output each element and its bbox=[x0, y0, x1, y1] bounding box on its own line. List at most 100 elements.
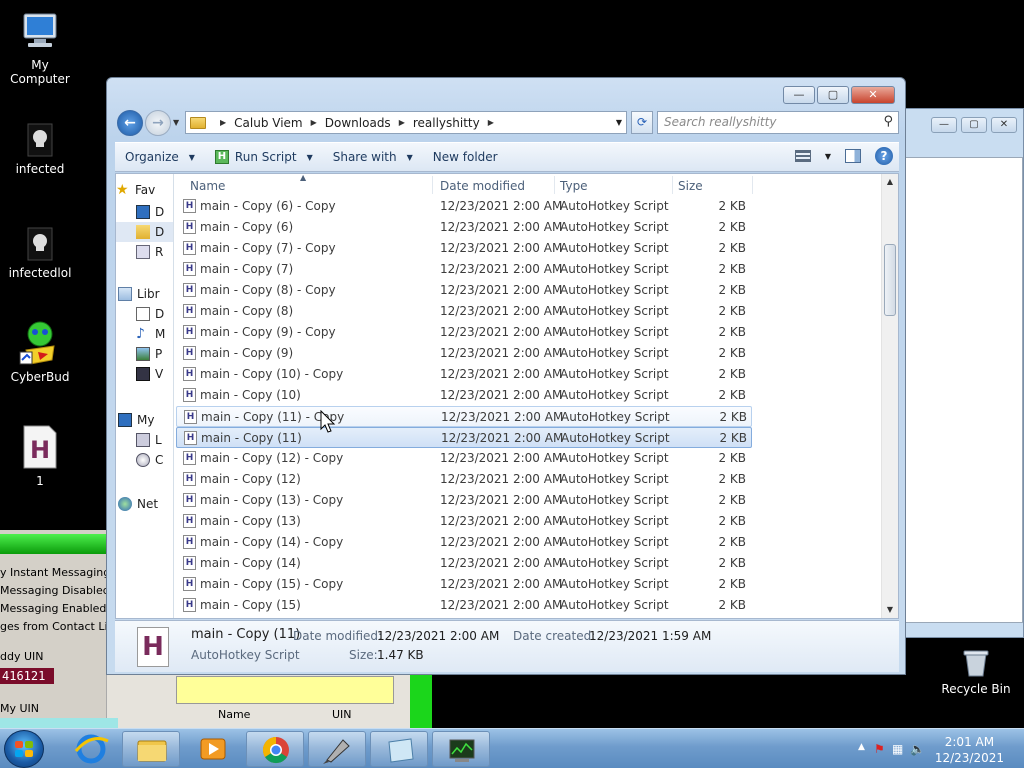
message-input[interactable] bbox=[176, 676, 394, 704]
close-button[interactable]: ✕ bbox=[851, 86, 895, 104]
taskbar-chrome[interactable] bbox=[246, 731, 304, 767]
scroll-down-button[interactable]: ▼ bbox=[882, 602, 898, 618]
list-item[interactable]: ges from Contact List O bbox=[0, 618, 106, 636]
list-item[interactable]: Messaging Enabled bbox=[0, 600, 106, 618]
show-hidden-icons-icon[interactable]: ▲ bbox=[858, 742, 865, 752]
search-input[interactable]: Search reallyshitty ⚲ bbox=[657, 111, 899, 134]
taskbar-task-manager[interactable] bbox=[432, 731, 490, 767]
taskbar-script-tool[interactable] bbox=[308, 731, 366, 767]
new-folder-button[interactable]: New folder bbox=[423, 143, 508, 171]
column-divider[interactable] bbox=[752, 176, 753, 194]
list-item[interactable]: Messaging Disabled bbox=[0, 582, 106, 600]
taskbar-file-explorer[interactable] bbox=[122, 731, 180, 767]
desktop-icon-1[interactable]: H 1 bbox=[0, 424, 80, 488]
nav-item-pictures[interactable]: P bbox=[116, 344, 173, 364]
nav-item-downloads[interactable]: D bbox=[116, 222, 173, 242]
breadcrumb-downloads[interactable]: Downloads bbox=[325, 116, 391, 130]
run-script-button[interactable]: H Run Script ▼ bbox=[205, 143, 323, 171]
file-row[interactable]: Hmain - Copy (7) 12/23/2021 2:00 AM AutoHo… bbox=[176, 259, 882, 280]
clock[interactable]: 2:01 AM 12/23/2021 bbox=[935, 734, 1004, 766]
file-row[interactable]: Hmain - Copy (10) - Copy 12/23/2021 2:00 … bbox=[176, 364, 882, 385]
volume-icon[interactable]: 🔈 bbox=[910, 742, 925, 756]
file-row[interactable]: Hmain - Copy (10) 12/23/2021 2:00 AM AutoH… bbox=[176, 385, 882, 406]
nav-item-music[interactable]: ♪ M bbox=[116, 324, 173, 344]
back-button[interactable]: ← bbox=[117, 110, 143, 136]
nav-item-network[interactable]: Net bbox=[116, 494, 173, 514]
file-row[interactable]: Hmain - Copy (14) - Copy 12/23/2021 2:00 … bbox=[176, 532, 882, 553]
file-row[interactable]: Hmain - Copy (13) 12/23/2021 2:00 AM AutoH… bbox=[176, 511, 882, 532]
file-row[interactable]: Hmain - Copy (15) 12/23/2021 2:00 AM AutoH… bbox=[176, 595, 882, 616]
vertical-scrollbar[interactable]: ▲ ▼ bbox=[881, 174, 898, 618]
nav-item-documents[interactable]: D bbox=[116, 304, 173, 324]
maximize-button[interactable]: ▢ bbox=[817, 86, 849, 104]
organize-button[interactable]: Organize ▼ bbox=[115, 143, 205, 171]
breadcrumb-user[interactable]: Calub Viem bbox=[234, 116, 302, 130]
nav-item-libraries[interactable]: Libr bbox=[116, 284, 173, 304]
explorer-window[interactable]: — ▢ ✕ ← → ▼ ▶ Calub Viem ▶ Downloads ▶ r… bbox=[106, 77, 906, 675]
forward-button[interactable]: → bbox=[145, 110, 171, 136]
column-header-name[interactable]: Name bbox=[190, 179, 225, 193]
nav-item-local-disk[interactable]: L bbox=[116, 430, 173, 450]
scroll-up-button[interactable]: ▲ bbox=[882, 174, 898, 190]
file-row[interactable]: Hmain - Copy (13) - Copy 12/23/2021 2:00 … bbox=[176, 490, 882, 511]
nav-item-computer[interactable]: My bbox=[116, 410, 173, 430]
chevron-right-icon[interactable]: ▶ bbox=[488, 118, 494, 127]
address-bar[interactable]: ▶ Calub Viem ▶ Downloads ▶ reallyshitty … bbox=[185, 111, 627, 134]
column-header-type[interactable]: Type bbox=[560, 179, 588, 193]
close-button[interactable]: ✕ bbox=[991, 117, 1017, 133]
taskbar-media-player[interactable] bbox=[184, 731, 242, 767]
file-row[interactable]: Hmain - Copy (12) 12/23/2021 2:00 AM AutoH… bbox=[176, 469, 882, 490]
change-view-icon[interactable] bbox=[794, 150, 811, 162]
chevron-right-icon[interactable]: ▶ bbox=[311, 118, 317, 127]
file-row[interactable]: Hmain - Copy (6) - Copy 12/23/2021 2:00 A… bbox=[176, 196, 882, 217]
file-row[interactable]: Hmain - Copy (9) - Copy 12/23/2021 2:00 A… bbox=[176, 322, 882, 343]
nav-item-recent-places[interactable]: R bbox=[116, 242, 173, 262]
preview-pane-icon[interactable] bbox=[845, 149, 861, 163]
maximize-button[interactable]: ▢ bbox=[961, 117, 987, 133]
file-row[interactable]: Hmain - Copy (8) 12/23/2021 2:00 AM AutoHo… bbox=[176, 301, 882, 322]
help-icon[interactable]: ? bbox=[875, 147, 893, 165]
share-with-button[interactable]: Share with ▼ bbox=[323, 143, 423, 171]
nav-item-videos[interactable]: V bbox=[116, 364, 173, 384]
desktop-icon-my-computer[interactable]: My Computer bbox=[0, 10, 80, 86]
file-row[interactable]: Hmain - Copy (9) 12/23/2021 2:00 AM AutoHo… bbox=[176, 343, 882, 364]
scroll-thumb[interactable] bbox=[884, 244, 896, 316]
file-row[interactable]: Hmain - Copy (6) 12/23/2021 2:00 AM AutoHo… bbox=[176, 217, 882, 238]
list-item[interactable]: y Instant Messaging bbox=[0, 564, 106, 582]
desktop-icon-recycle-bin[interactable]: Recycle Bin bbox=[936, 648, 1016, 696]
minimize-button[interactable]: — bbox=[931, 117, 957, 133]
file-row[interactable]: Hmain - Copy (12) - Copy 12/23/2021 2:00 … bbox=[176, 448, 882, 469]
column-divider[interactable] bbox=[554, 176, 555, 194]
start-button[interactable] bbox=[4, 730, 44, 768]
nav-item-desktop[interactable]: D bbox=[116, 202, 173, 222]
chevron-right-icon[interactable]: ▶ bbox=[220, 118, 226, 127]
nav-item-favorites[interactable]: ★ Fav bbox=[116, 180, 173, 200]
taskbar-notepad[interactable] bbox=[370, 731, 428, 767]
minimize-button[interactable]: — bbox=[783, 86, 815, 104]
file-row[interactable]: Hmain - Copy (11) 12/23/2021 2:00 AM AutoH… bbox=[176, 427, 752, 448]
nav-item-cd-drive[interactable]: C bbox=[116, 450, 173, 470]
desktop-icon-infectedlol[interactable]: infectedlol bbox=[0, 226, 80, 280]
column-divider[interactable] bbox=[432, 176, 433, 194]
chevron-down-icon[interactable]: ▼ bbox=[825, 152, 831, 161]
file-row[interactable]: Hmain - Copy (15) - Copy 12/23/2021 2:00 … bbox=[176, 574, 882, 595]
chevron-right-icon[interactable]: ▶ bbox=[399, 118, 405, 127]
address-history-dropdown[interactable]: ▼ bbox=[616, 118, 622, 127]
action-center-icon[interactable]: ⚑ bbox=[874, 742, 885, 756]
breadcrumb-current-folder[interactable]: reallyshitty bbox=[413, 116, 480, 130]
file-row[interactable]: Hmain - Copy (11) - Copy 12/23/2021 2:00 … bbox=[176, 406, 752, 427]
file-row[interactable]: Hmain - Copy (8) - Copy 12/23/2021 2:00 A… bbox=[176, 280, 882, 301]
taskbar-internet-explorer[interactable] bbox=[62, 731, 120, 767]
refresh-button[interactable]: ⟳ bbox=[631, 111, 653, 134]
search-icon[interactable]: ⚲ bbox=[883, 114, 893, 129]
column-header-size[interactable]: Size bbox=[678, 179, 703, 193]
column-divider[interactable] bbox=[672, 176, 673, 194]
desktop-icon-infected[interactable]: infected bbox=[0, 122, 80, 176]
desktop-icon-label: 1 bbox=[36, 474, 44, 488]
file-row[interactable]: Hmain - Copy (7) - Copy 12/23/2021 2:00 A… bbox=[176, 238, 882, 259]
desktop-icon-cyberbud[interactable]: CyberBud bbox=[0, 320, 80, 384]
column-header-date-modified[interactable]: Date modified bbox=[440, 179, 525, 193]
file-row[interactable]: Hmain - Copy (14) 12/23/2021 2:00 AM AutoH… bbox=[176, 553, 882, 574]
network-icon[interactable]: ▦ bbox=[892, 742, 903, 756]
recent-pages-dropdown[interactable]: ▼ bbox=[173, 118, 179, 127]
